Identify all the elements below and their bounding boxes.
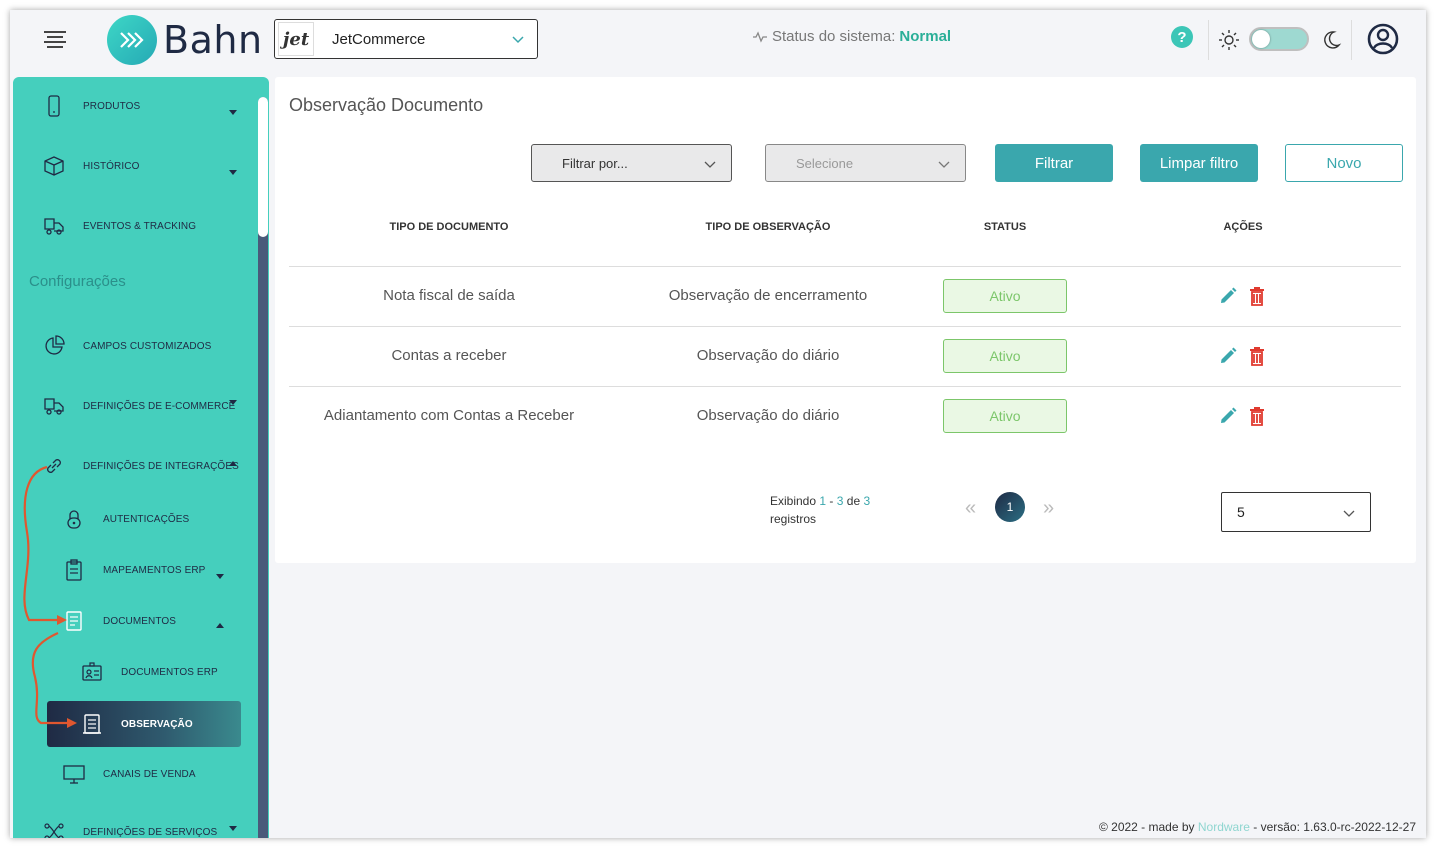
prev-page-icon[interactable]: «: [965, 497, 976, 520]
header-divider: [1208, 20, 1209, 60]
delete-icon[interactable]: [1248, 406, 1266, 426]
footer: © 2022 - made by Nordware - versão: 1.63…: [1099, 820, 1416, 834]
column-header-tipo-observacao[interactable]: TIPO DE OBSERVAÇÃO: [658, 221, 878, 233]
clear-filter-button[interactable]: Limpar filtro: [1140, 144, 1258, 182]
filter-value-placeholder: Selecione: [796, 155, 854, 171]
footer-prefix: © 2022 - made by: [1098, 820, 1195, 834]
pagination-dash: -: [829, 494, 834, 508]
table-divider: [289, 386, 1401, 387]
chevron-down-icon: [512, 36, 524, 44]
delete-icon[interactable]: [1248, 286, 1266, 306]
pagination-showing: Exibindo: [770, 494, 817, 508]
logo-chevrons-icon: [107, 15, 157, 65]
company-logo: jet: [278, 22, 314, 56]
pagination-records: registros: [770, 512, 817, 526]
menu-icon[interactable]: [44, 31, 66, 49]
chevron-down-icon: [938, 161, 950, 168]
annotation-arrows: [23, 465, 77, 728]
edit-icon[interactable]: [1218, 406, 1238, 426]
footer-brand-link[interactable]: Nordware: [1198, 820, 1250, 834]
cell-tipo-observacao: Observação do diário: [696, 407, 840, 424]
user-avatar-icon[interactable]: [1367, 23, 1399, 55]
chevron-down-icon: [704, 161, 716, 168]
status-badge: Ativo: [943, 399, 1067, 433]
app-window: Bahn jet JetCommerce Status do sistema: …: [10, 10, 1426, 838]
pulse-icon: [753, 30, 767, 43]
current-page-button[interactable]: 1: [995, 492, 1025, 522]
cell-tipo-documento: Adiantamento com Contas a Receber: [323, 407, 575, 424]
pagination-from: 1: [819, 494, 827, 508]
table-divider: [289, 266, 1401, 267]
pagination-total: 3: [863, 494, 871, 508]
pagination-of: de: [846, 494, 861, 508]
header-divider: [1351, 20, 1352, 60]
column-header-status[interactable]: STATUS: [945, 221, 1065, 233]
app-logo[interactable]: Bahn: [107, 15, 263, 65]
page-title: Observação Documento: [289, 95, 484, 115]
chevron-down-icon: [1343, 510, 1355, 517]
status-badge: Ativo: [943, 279, 1067, 313]
sidebar: PRODUTOS HISTÓRICO EVENTOS & TRACKING Co…: [13, 77, 269, 838]
column-header-acoes: AÇÕES: [1223, 221, 1263, 233]
cell-tipo-documento: Nota fiscal de saída: [383, 287, 515, 304]
page-size-select[interactable]: 5: [1221, 492, 1371, 532]
cell-tipo-documento: Contas a receber: [391, 347, 507, 364]
theme-toggle[interactable]: [1249, 27, 1309, 51]
cell-tipo-observacao: Observação de encerramento: [668, 287, 868, 304]
edit-icon[interactable]: [1218, 346, 1238, 366]
system-status: Status do sistema: Normal: [752, 28, 951, 45]
filter-button[interactable]: Filtrar: [995, 144, 1113, 182]
delete-icon[interactable]: [1248, 346, 1266, 366]
new-button[interactable]: Novo: [1285, 144, 1403, 182]
sun-icon[interactable]: [1218, 29, 1240, 51]
edit-icon[interactable]: [1218, 286, 1238, 306]
company-name: JetCommerce: [332, 30, 426, 48]
top-header: Bahn jet JetCommerce Status do sistema: …: [10, 10, 1426, 76]
pagination-info: Exibindo 1 - 3 de 3 registros: [770, 492, 870, 528]
pagination-to: 3: [836, 494, 844, 508]
company-select[interactable]: jet JetCommerce: [274, 19, 538, 59]
cell-tipo-observacao: Observação do diário: [696, 347, 840, 364]
page-size-value: 5: [1237, 504, 1245, 520]
footer-version: - versão: 1.63.0-rc-2022-12-27: [1253, 820, 1416, 834]
status-label: Status do sistema:: [772, 28, 896, 45]
status-badge: Ativo: [943, 339, 1067, 373]
filter-by-select[interactable]: Filtrar por...: [531, 144, 732, 182]
status-value: Normal: [899, 28, 952, 45]
filter-by-placeholder: Filtrar por...: [562, 155, 628, 171]
main-card: Observação Documento Filtrar por... Sele…: [275, 77, 1416, 563]
filter-value-select[interactable]: Selecione: [765, 144, 966, 182]
logo-text: Bahn: [163, 18, 263, 62]
next-page-icon[interactable]: »: [1043, 497, 1054, 520]
moon-icon[interactable]: [1320, 29, 1342, 51]
column-header-tipo-documento[interactable]: TIPO DE DOCUMENTO: [339, 221, 559, 233]
table-divider: [289, 326, 1401, 327]
toggle-knob: [1252, 30, 1270, 48]
help-icon[interactable]: ?: [1171, 26, 1193, 48]
